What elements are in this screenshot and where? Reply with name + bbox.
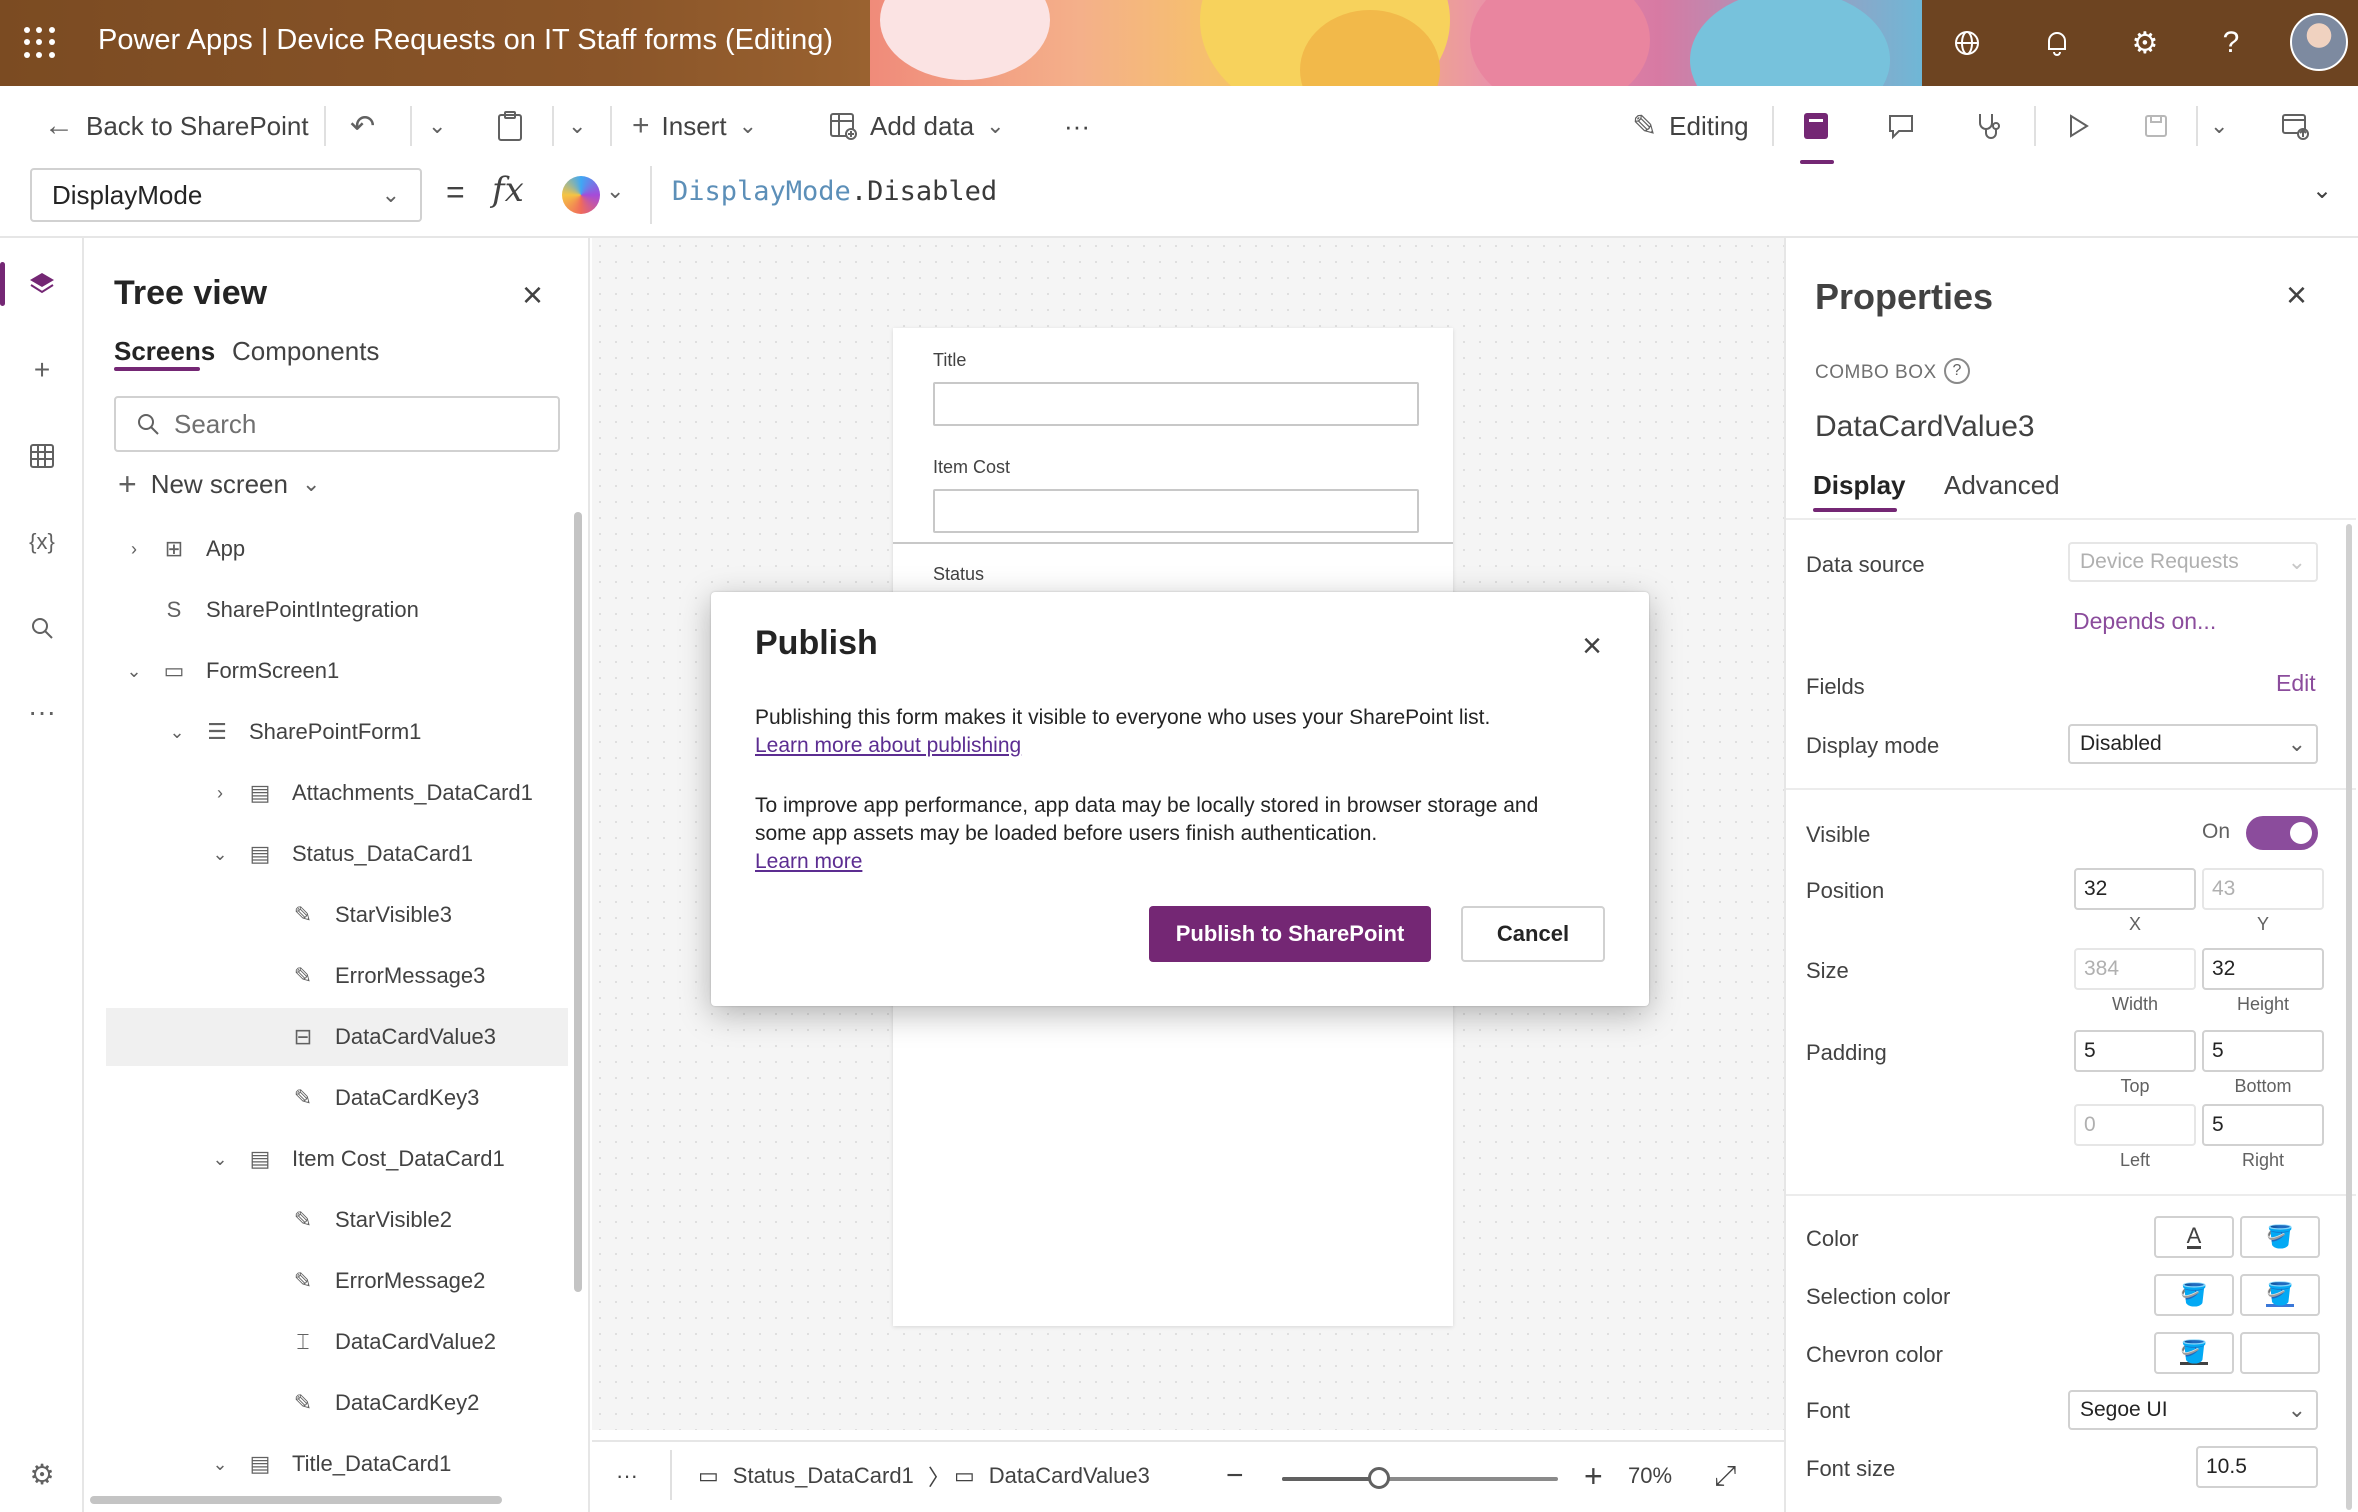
close-icon[interactable]: × xyxy=(1574,627,1610,665)
learn-more-publishing-link[interactable]: Learn more about publishing xyxy=(755,734,1021,758)
dialog-line-1: Publishing this form makes it visible to… xyxy=(755,706,1491,729)
dialog-line-3: some app assets may be loaded before use… xyxy=(755,822,1378,845)
dialog-title: Publish xyxy=(755,624,878,662)
learn-more-link[interactable]: Learn more xyxy=(755,850,862,874)
dialog-line-2: To improve app performance, app data may… xyxy=(755,794,1539,817)
cancel-button[interactable]: Cancel xyxy=(1461,906,1605,962)
publish-to-sharepoint-button[interactable]: Publish to SharePoint xyxy=(1149,906,1431,962)
